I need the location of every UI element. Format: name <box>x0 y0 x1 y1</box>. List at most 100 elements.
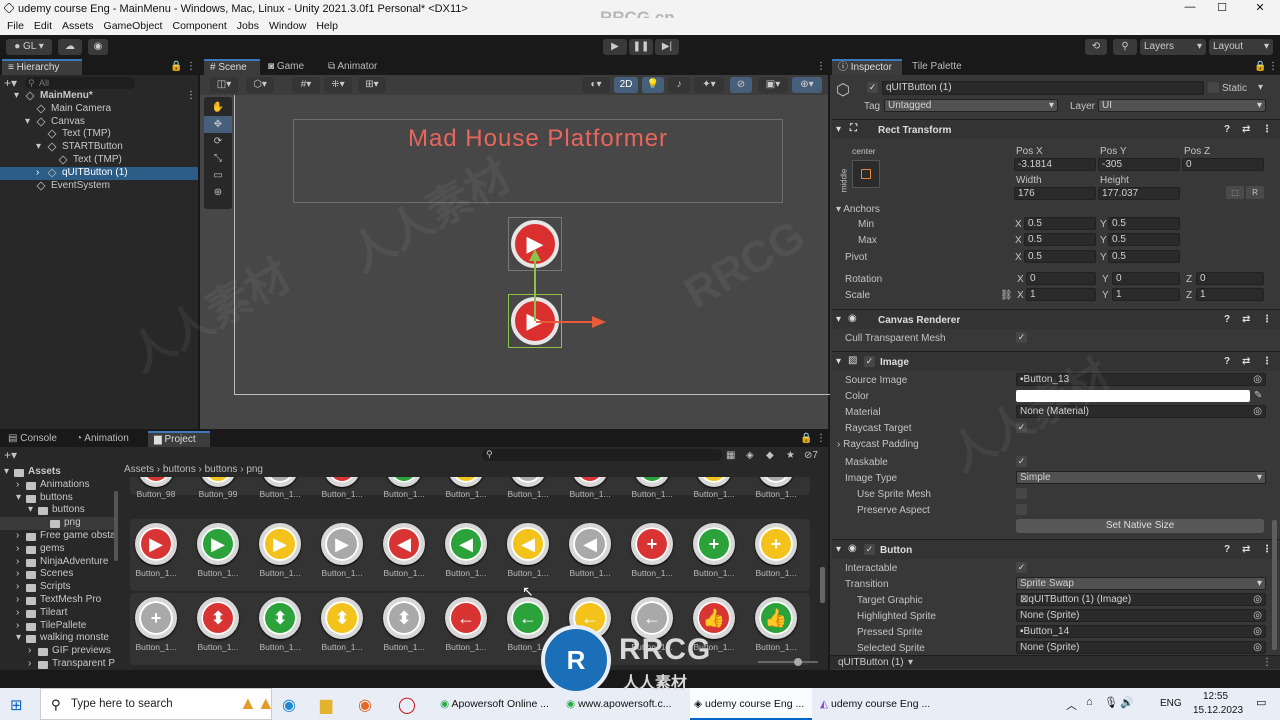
object-picker-icon[interactable]: ◎ <box>1253 642 1262 653</box>
taskbar-app-apowersoft[interactable]: ◉ Apowersoft Online ... <box>436 688 558 720</box>
hierarchy-item[interactable]: EventSystem <box>0 180 198 193</box>
hierarchy-item[interactable]: ▾ Canvas <box>0 116 198 129</box>
raw-edit-button[interactable]: R <box>1246 186 1264 199</box>
pressed-sprite-field[interactable]: ▪Button_14 ◎ <box>1016 625 1266 638</box>
canvas-renderer-header[interactable]: ▾ ◉ Canvas Renderer ? ⇄ ⋮ <box>832 309 1280 329</box>
pause-button[interactable]: ❚❚ <box>629 39 653 55</box>
asset-tile[interactable]: Button_1... <box>750 477 802 499</box>
folder-tree-item[interactable]: › TextMesh Pro <box>0 594 118 607</box>
asset-tile[interactable]: ⬍ Button_1... <box>378 597 430 652</box>
object-picker-icon[interactable]: ◎ <box>1253 626 1262 637</box>
scale-z-field[interactable]: 1 <box>1196 288 1264 301</box>
microphone-icon[interactable]: 🎙 <box>1104 696 1118 709</box>
play-button[interactable]: ▶ <box>603 39 627 55</box>
chevron-right-icon[interactable]: › <box>16 607 19 620</box>
menu-window[interactable]: Window <box>264 18 311 35</box>
chevron-right-icon[interactable]: › <box>16 530 19 543</box>
taskbar-app-vs[interactable]: ◭ udemy course Eng ... <box>816 688 940 720</box>
tab-animator[interactable]: ⧉ Animator <box>322 59 392 75</box>
asset-tile[interactable]: Button_1... <box>688 477 740 499</box>
asset-tile[interactable]: Button_98 <box>130 477 182 499</box>
folder-tree-item[interactable]: › Tileart <box>0 607 118 620</box>
audio-toggle[interactable]: ♪ <box>668 77 690 93</box>
project-search-input[interactable]: ⚲ <box>482 449 722 461</box>
asset-tile[interactable]: Button_1... <box>316 477 368 499</box>
minimize-button[interactable]: — <box>1175 1 1205 13</box>
preset-icon[interactable]: ⇄ <box>1242 314 1250 325</box>
image-header[interactable]: ▾ ▨ ✓ Image ? ⇄ ⋮ <box>832 351 1280 371</box>
folder-tree-item[interactable]: › TilePallete <box>0 620 118 633</box>
menu-gameobject[interactable]: GameObject <box>99 18 168 35</box>
button-component-header[interactable]: ▾ ◉ ✓ Button ? ⇄ ⋮ <box>832 539 1280 559</box>
maximize-button[interactable]: ☐ <box>1207 1 1237 14</box>
raycast-padding-foldout[interactable]: › Raycast Padding <box>837 439 919 450</box>
breadcrumb-buttons[interactable]: buttons <box>163 464 196 475</box>
asset-tile[interactable]: ▶ Button_1... <box>192 523 244 578</box>
chevron-down-icon[interactable]: ▾ <box>36 141 41 154</box>
filter-label-icon[interactable]: ◈ <box>746 450 754 461</box>
chevron-down-icon[interactable]: ▾ <box>908 657 913 668</box>
lock-icon[interactable]: 🔒 <box>170 61 182 72</box>
asset-tile[interactable]: + Button_1... <box>130 597 182 652</box>
menu-edit[interactable]: Edit <box>29 18 57 35</box>
chevron-down-icon[interactable]: ▾ <box>14 90 19 103</box>
rect-tool-button[interactable]: ▭ <box>204 167 232 184</box>
account-dropdown[interactable]: ● GL ▾ <box>6 39 52 55</box>
file-explorer-icon[interactable]: ▆ <box>320 695 332 715</box>
hierarchy-search-input[interactable]: ⚲ All <box>25 76 136 89</box>
set-native-size-button[interactable]: Set Native Size <box>1016 519 1264 533</box>
asset-tile[interactable]: Button_1... <box>502 477 554 499</box>
folder-tree-item[interactable]: › Transparent P <box>0 658 118 671</box>
blueprint-mode-button[interactable]: ⬚ <box>1226 186 1244 199</box>
breadcrumb-assets[interactable]: Assets <box>124 464 154 475</box>
target-graphic-field[interactable]: ⊠qUITButton (1) (Image) ◎ <box>1016 593 1266 606</box>
firefox-icon[interactable]: ◉ <box>358 695 372 715</box>
hierarchy-item[interactable]: Text (TMP) <box>0 154 198 167</box>
snap-increment-dropdown[interactable]: ⁜▾ <box>324 77 352 93</box>
hierarchy-item[interactable]: ▾ STARTButton <box>0 141 198 154</box>
icon-size-slider[interactable] <box>758 658 818 666</box>
chevron-down-icon[interactable]: ▾ <box>16 632 21 645</box>
tab-scene[interactable]: # Scene <box>204 59 260 75</box>
asset-tile[interactable]: ⬍ Button_1... <box>316 597 368 652</box>
asset-tile[interactable]: ◀ Button_1... <box>564 523 616 578</box>
chevron-right-icon[interactable]: › <box>16 581 19 594</box>
hierarchy-scene-root[interactable]: ▾ MainMenu* ⋮ <box>0 90 198 103</box>
move-tool-button[interactable]: ✥ <box>204 116 232 133</box>
posy-field[interactable]: -305 <box>1098 158 1180 171</box>
material-field[interactable]: None (Material) ◎ <box>1016 405 1266 418</box>
pivot-x-field[interactable]: 0.5 <box>1024 250 1096 263</box>
height-field[interactable]: 177.037 <box>1098 187 1180 200</box>
selected-sprite-field[interactable]: None (Sprite) ◎ <box>1016 641 1266 654</box>
draw-mode-dropdown[interactable]: ◫▾ <box>210 77 238 93</box>
asset-tile[interactable]: ▶ Button_1... <box>254 523 306 578</box>
chevron-down-icon[interactable]: › <box>36 167 39 180</box>
layers-dropdown[interactable]: Layers ▾ <box>1140 39 1206 55</box>
folder-tree-item[interactable]: › Scripts <box>0 581 118 594</box>
kebab-menu-icon[interactable]: ⋮ <box>816 61 826 72</box>
pivot-y-field[interactable]: 0.5 <box>1108 250 1180 263</box>
network-icon[interactable]: ⌂ <box>1086 696 1093 708</box>
anchor-preset-button[interactable] <box>852 160 880 188</box>
menu-help[interactable]: Help <box>311 18 343 35</box>
folder-tree-item[interactable]: ▾ buttons <box>0 504 118 517</box>
step-button[interactable]: ▶| <box>655 39 679 55</box>
layer-dropdown[interactable]: UI ▾ <box>1098 99 1266 112</box>
button-enabled-checkbox[interactable]: ✓ <box>864 544 875 555</box>
tag-dropdown[interactable]: Untagged ▾ <box>884 99 1058 112</box>
static-checkbox[interactable] <box>1208 82 1219 93</box>
star-icon[interactable]: ★ <box>786 450 795 461</box>
object-picker-icon[interactable]: ◎ <box>1253 594 1262 605</box>
chevron-down-icon[interactable]: ▾ <box>25 116 30 129</box>
transition-dropdown[interactable]: Sprite Swap ▾ <box>1016 577 1266 590</box>
tab-inspector[interactable]: ⓘ Inspector <box>832 59 902 75</box>
footer-collapse-icon[interactable]: ⋮ <box>1262 657 1272 668</box>
rotation-x-field[interactable]: 0 <box>1026 272 1096 285</box>
edge-icon[interactable]: ◉ <box>282 695 296 715</box>
chevron-right-icon[interactable]: › <box>16 594 19 607</box>
anchor-max-y-field[interactable]: 0.5 <box>1108 233 1180 246</box>
hidden-objects-toggle[interactable]: ⊘ <box>730 77 752 93</box>
tab-game[interactable]: ◙ Game <box>262 59 318 75</box>
use-sprite-mesh-checkbox[interactable] <box>1016 488 1027 499</box>
folder-tree-item[interactable]: › NinjaAdventure <box>0 556 118 569</box>
